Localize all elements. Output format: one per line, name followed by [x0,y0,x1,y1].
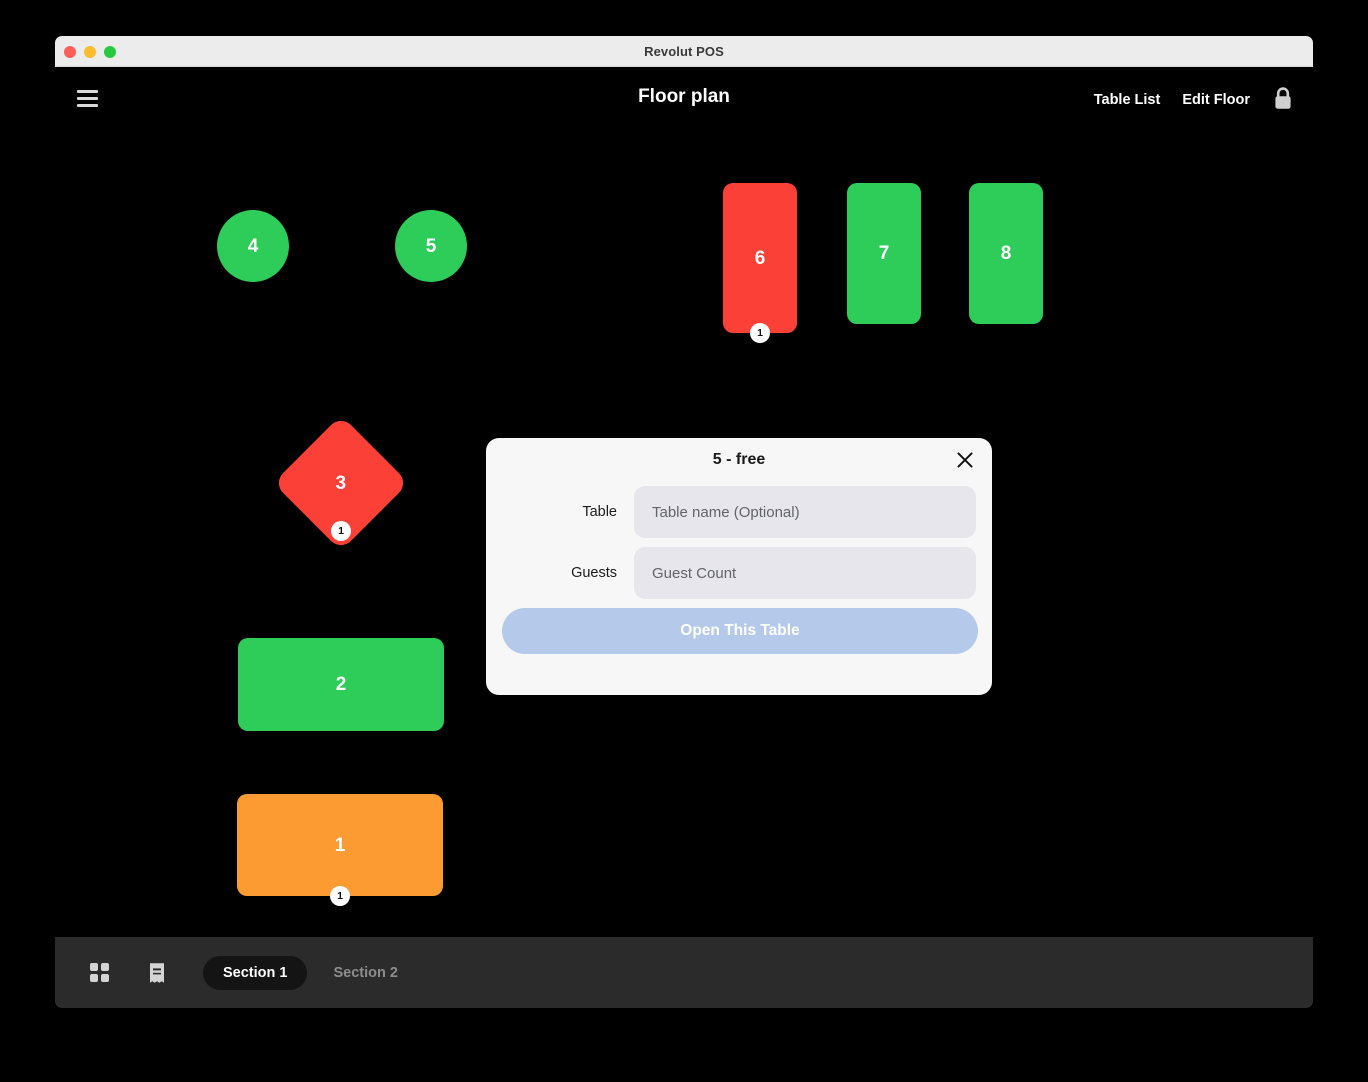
table-number-label: 8 [1000,243,1012,264]
lock-icon[interactable] [1272,86,1294,115]
guest-count-input[interactable] [634,547,976,599]
table-number-label: 2 [335,674,347,695]
table-shape: 2 [238,638,444,731]
table-number-label: 7 [878,243,890,264]
close-icon[interactable] [954,449,976,471]
table-number-label: 1 [334,834,346,856]
app-header: Floor plan Table List Edit Floor [55,67,1313,129]
grid-view-icon[interactable] [79,953,119,993]
window-title: Revolut POS [644,43,724,59]
guest-count-label: Guests [571,565,617,581]
table-name-label: Table [582,504,617,520]
table-list-button[interactable]: Table List [1094,92,1161,108]
table-number-label: 5 [425,235,437,257]
table-shape: 6 [723,183,797,333]
dialog-title: 5 - free [712,451,766,468]
floor-table-8[interactable]: 8 [969,183,1043,324]
window-titlebar: Revolut POS [55,36,1313,67]
guest-count-badge: 1 [330,886,350,906]
table-name-input[interactable] [634,486,976,538]
dialog-header: 5 - free [486,438,992,482]
table-shape: 1 [237,794,443,896]
floor-table-1[interactable]: 11 [237,794,443,906]
table-number-label: 4 [247,235,259,257]
section-tabs: Section 1 Section 2 [203,955,418,990]
floor-table-4[interactable]: 4 [217,210,289,282]
traffic-lights [64,36,116,67]
window-close-button[interactable] [64,45,76,58]
bottom-bar: Section 1 Section 2 [55,937,1313,1008]
open-this-table-button[interactable]: Open This Table [502,608,978,654]
app-window: Revolut POS Floor plan Table List Edit F… [55,36,1313,1008]
table-shape: 5 [395,210,467,282]
guest-count-badge: 1 [331,521,351,541]
floor-table-2[interactable]: 2 [238,638,444,731]
table-name-row: Table [502,486,976,538]
table-number-label: 3 [335,472,347,494]
guest-count-row: Guests [502,547,976,599]
edit-floor-button[interactable]: Edit Floor [1182,92,1250,108]
table-shape: 4 [217,210,289,282]
tab-section-1[interactable]: Section 1 [203,955,308,990]
window-minimize-button[interactable] [84,45,96,58]
header-actions: Table List Edit Floor [1094,85,1294,115]
dialog-body: Table Guests Open This Table [486,482,992,654]
receipt-icon[interactable] [137,953,177,993]
table-number-label: 6 [754,247,766,269]
floor-table-6[interactable]: 61 [723,183,797,343]
open-table-dialog: 5 - free Table Guests Open This Table [486,438,992,695]
floor-table-3[interactable]: 31 [273,415,409,551]
table-shape: 8 [969,183,1043,324]
floor-table-7[interactable]: 7 [847,183,921,324]
window-maximize-button[interactable] [104,45,116,58]
guest-count-badge: 1 [750,323,770,343]
table-shape: 7 [847,183,921,324]
tab-section-2[interactable]: Section 2 [313,956,417,990]
floor-table-5[interactable]: 5 [395,210,467,282]
